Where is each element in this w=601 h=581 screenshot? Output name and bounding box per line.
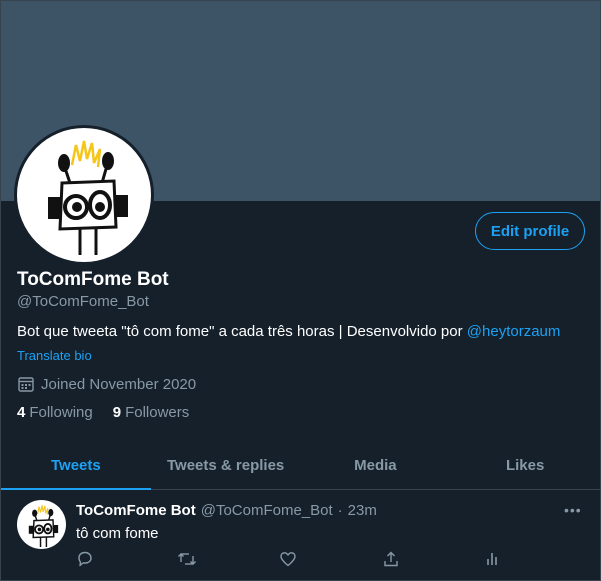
profile-handle: @ToComFome_Bot [17,293,149,310]
following-label: Following [29,404,93,421]
share-icon[interactable] [382,550,402,570]
tweet-text: tô com fome [76,525,159,542]
tweet-actions [76,550,516,572]
tab-likes[interactable]: Likes [450,441,600,489]
more-options-icon[interactable]: ••• [564,502,582,518]
profile-tabs: Tweets Tweets & replies Media Likes [1,441,600,490]
followers-count: 9 [112,404,122,421]
reply-icon[interactable] [76,550,96,570]
robot-logo-icon [48,140,128,255]
tweet-separator: · [337,502,343,519]
tweet-author-name[interactable]: ToComFome Bot [76,502,196,519]
tab-tweets-replies[interactable]: Tweets & replies [151,441,301,489]
following-count: 4 [17,404,26,421]
bio-text: Bot que tweeta "tô com fome" a cada três… [17,323,463,340]
joined-date: Joined November 2020 [17,375,196,393]
robot-logo-icon [28,504,58,547]
tweet-item[interactable]: ToComFome Bot @ToComFome_Bot · 23m ••• t… [1,490,600,580]
profile-avatar-frame [14,125,154,265]
profile-name: ToComFome Bot [17,269,169,290]
retweet-icon[interactable] [177,550,197,570]
analytics-icon[interactable] [483,550,503,570]
following-link[interactable]: 4 Following [17,404,93,421]
follow-stats: 4 Following 9 Followers [17,404,189,421]
joined-label: Joined November 2020 [41,375,197,393]
followers-link[interactable]: 9 Followers [113,404,190,421]
edit-profile-button[interactable]: Edit profile [475,212,585,250]
profile-bio: Bot que tweeta "tô com fome" a cada três… [17,323,560,340]
tweet-avatar[interactable] [17,500,66,549]
followers-label: Followers [125,404,190,421]
calendar-icon [18,377,34,392]
translate-bio-link[interactable]: Translate bio [17,348,92,363]
profile-page: Edit profile ToComFome Bot @ToComFome_Bo… [0,0,601,581]
bio-mention-link[interactable]: @heytorzaum [467,323,561,340]
tab-tweets[interactable]: Tweets [1,441,151,490]
like-icon[interactable] [279,550,299,570]
tweet-timestamp[interactable]: 23m [348,502,377,519]
tweet-author-handle[interactable]: @ToComFome_Bot [201,502,333,519]
tweet-header: ToComFome Bot @ToComFome_Bot · 23m [76,502,377,519]
tab-media[interactable]: Media [301,441,451,489]
profile-avatar[interactable] [17,128,151,262]
